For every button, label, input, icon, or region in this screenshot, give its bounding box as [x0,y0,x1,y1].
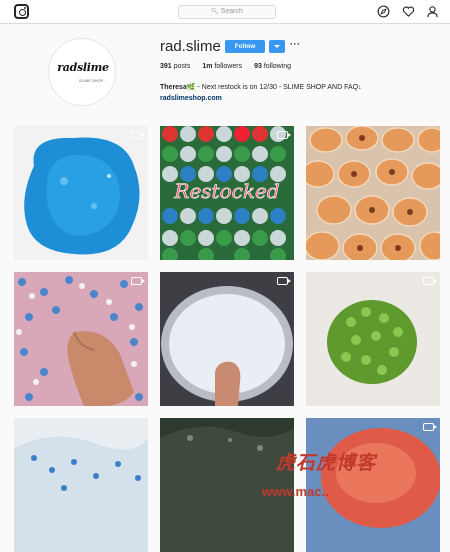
bio-name: Theresa [160,84,187,91]
following-stat[interactable]: 93 following [254,63,291,70]
post-tile[interactable] [306,272,440,406]
restocked-overlay-text: Restocked [173,179,279,203]
suggested-dropdown-button[interactable] [269,40,285,53]
top-nav-bar: 🔍︎ Search [0,0,450,24]
profile-bio: Theresa🌿 - Next restock is on 12/30 - SL… [160,82,362,104]
profile-stats: 391 posts 1m followers 93 following [160,63,291,70]
post-image-blue-white-slime [14,418,148,552]
video-icon [277,277,291,285]
watermark-url: www.mac.. [262,484,329,499]
profile-picture[interactable]: radslime SLIME SHOP [48,38,116,106]
bio-website-link[interactable]: radslimeshop.com [160,93,362,104]
video-icon [131,277,145,285]
profile-picture-brand: radslime [57,61,109,74]
bio-text: - Next restock is on 12/30 - SLIME SHOP … [197,84,362,91]
watermark-text: 虎石虎博客 [276,452,377,474]
post-tile[interactable] [14,418,148,552]
explore-compass-icon[interactable] [377,5,390,18]
profile-icon[interactable] [426,5,439,18]
video-icon [423,423,437,431]
profile-picture-tagline: SLIME SHOP [79,79,104,83]
post-image-floam-hand [14,272,148,406]
instagram-logo-icon[interactable] [14,4,29,19]
post-image-green-floam-ball [306,272,440,406]
search-input[interactable]: 🔍︎ Search [178,5,276,19]
post-tile[interactable] [160,272,294,406]
post-image-blue-slime [14,126,148,260]
video-icon [423,277,437,285]
video-icon [277,131,291,139]
followers-stat[interactable]: 1m followers [202,63,242,70]
search-placeholder: Search [220,8,243,15]
post-tile[interactable]: Restocked [160,126,294,260]
posts-stat: 391 posts [160,63,191,70]
follow-button[interactable]: Follow [225,40,265,53]
search-icon: 🔍︎ [211,9,219,15]
more-options-button[interactable]: ··· [290,39,301,49]
post-image-bowl-slime [160,272,294,406]
post-image-restocked-jars: Restocked [160,126,294,260]
profile-username: rad.slime [160,38,221,55]
post-image-orange-jars [306,126,440,260]
bio-line: Theresa🌿 - Next restock is on 12/30 - SL… [160,82,362,93]
video-icon [131,131,145,139]
post-tile[interactable] [306,126,440,260]
post-tile[interactable] [14,272,148,406]
heart-icon[interactable] [402,5,415,18]
bio-emoji: 🌿 [186,84,196,91]
post-tile[interactable] [14,126,148,260]
